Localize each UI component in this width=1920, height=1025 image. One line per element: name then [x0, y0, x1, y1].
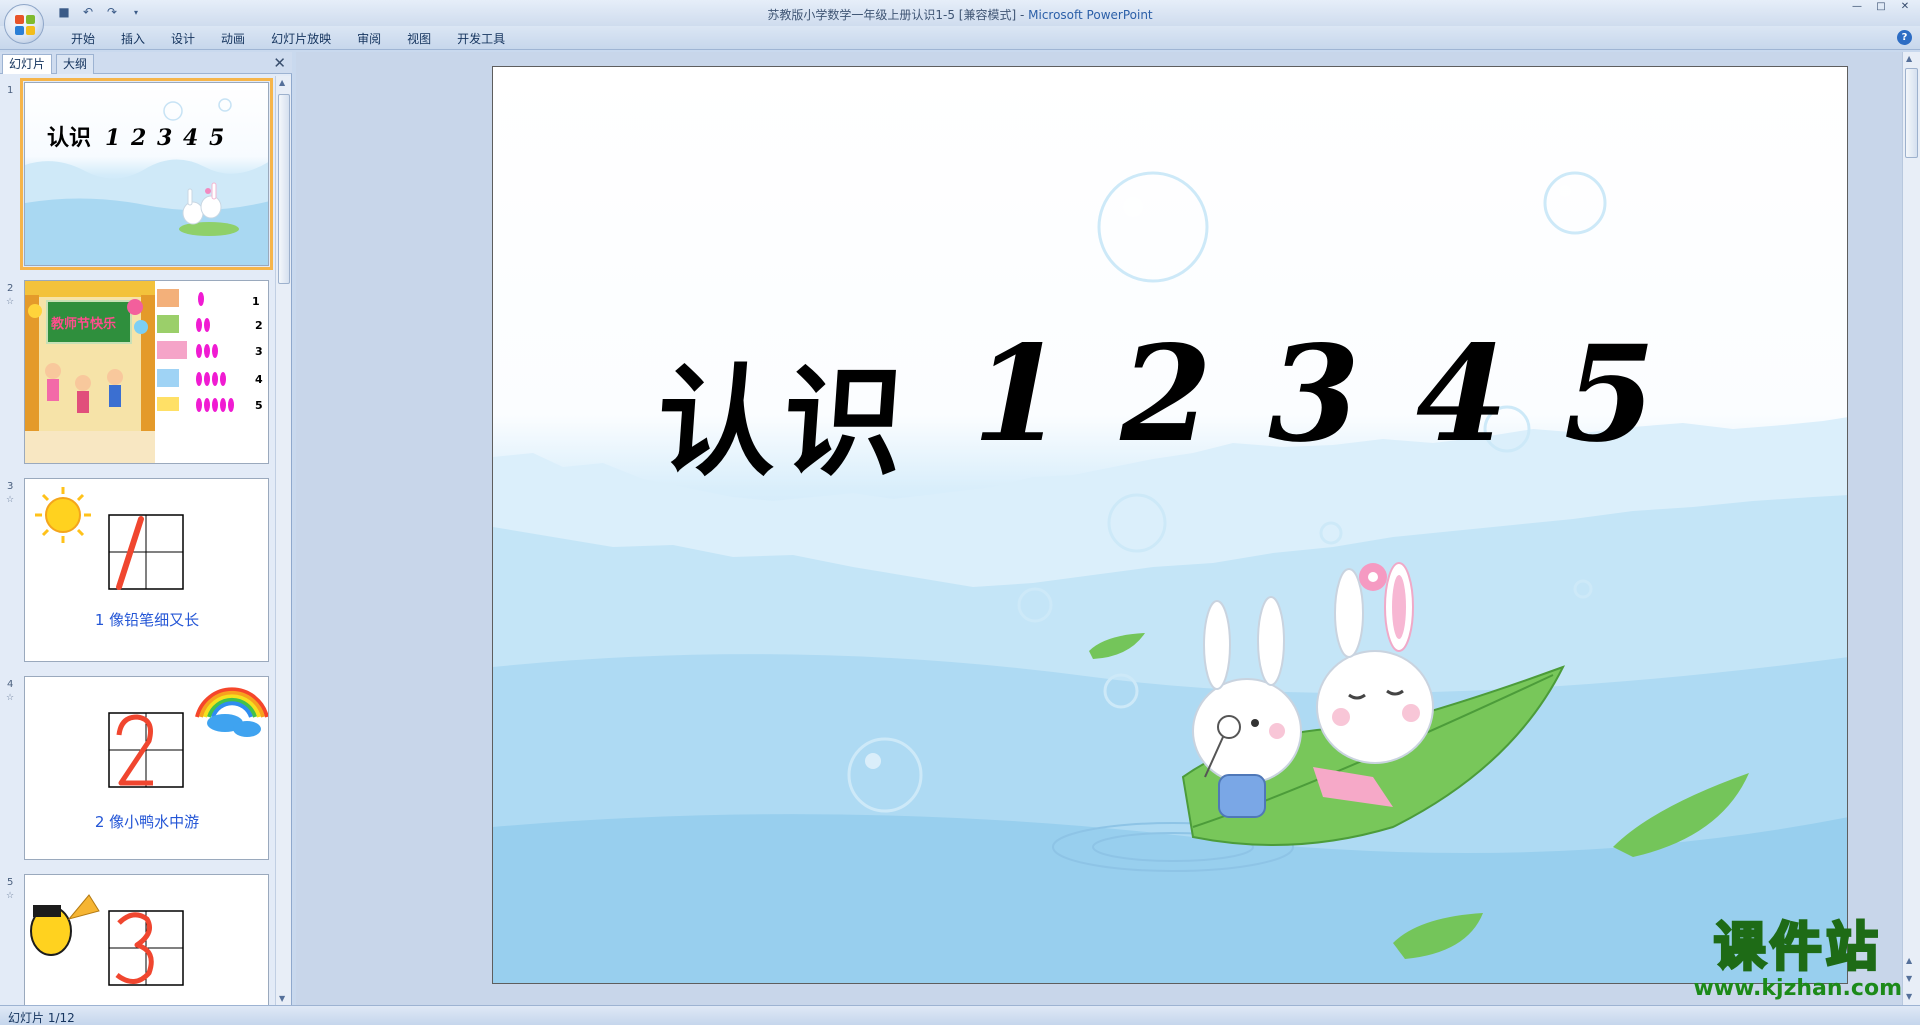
slide-counter: 幻灯片 1/12	[8, 1011, 75, 1025]
close-icon[interactable]: ✕	[1896, 2, 1914, 12]
maximize-icon[interactable]: □	[1872, 2, 1890, 12]
thumb-digit-4: 4	[183, 125, 198, 151]
watermark-brand: 课件站	[1712, 918, 1882, 979]
scroll-thumb[interactable]	[278, 94, 290, 284]
minimize-icon[interactable]: —	[1848, 2, 1866, 12]
scroll-thumb[interactable]	[1905, 68, 1918, 158]
current-slide[interactable]: 认识 1 2 3 4 5	[492, 66, 1848, 984]
slide-digit-4: 4	[1415, 317, 1508, 472]
thumb-digit-1: 1	[105, 125, 120, 151]
thumb-caption: 2 像小鸭水中游	[95, 813, 199, 831]
slide-scrollbar[interactable]: ▲ ▲ ▼ ▼	[1902, 52, 1920, 1005]
slide-thumb-image[interactable]: 认识 1 2 3 4 5	[20, 78, 273, 270]
slide-digit-1: 1	[972, 317, 1065, 472]
window-controls: — □ ✕	[1848, 2, 1914, 12]
window-title: 苏教版小学数学一年级上册认识1-5 [兼容模式] - Microsoft Pow…	[0, 6, 1920, 23]
ribbon-tabs: 开始 插入 设计 动画 幻灯片放映 审阅 视图 开发工具	[58, 30, 518, 48]
scroll-down-arrow-icon[interactable]: ▼	[279, 994, 285, 1003]
slide-thumb-image[interactable]: 2 像小鸭水中游	[24, 676, 269, 860]
watermark-url: www.kjzhan.com	[1693, 976, 1902, 1001]
scroll-down-arrow-icon[interactable]: ▼	[1906, 992, 1912, 1001]
slide-editing-area: 认识 1 2 3 4 5	[296, 52, 1902, 1005]
slide-background-art	[493, 171, 1847, 983]
document-title: 苏教版小学数学一年级上册认识1-5 [兼容模式] -	[767, 8, 1029, 22]
tab-review[interactable]: 审阅	[344, 30, 394, 48]
tab-insert[interactable]: 插入	[108, 30, 158, 48]
slide-digit-5: 5	[1563, 317, 1656, 472]
status-bar: 幻灯片 1/12	[0, 1005, 1920, 1025]
thumb-title: 认识	[47, 125, 91, 151]
slide-title[interactable]: 认识 1 2 3 4 5	[493, 317, 1847, 499]
animation-star-icon: ☆	[6, 495, 15, 505]
scroll-up-arrow-icon[interactable]: ▲	[1906, 54, 1912, 63]
pane-tabs: 幻灯片 大纲 ✕	[0, 52, 292, 74]
slide-thumb-image[interactable]	[24, 874, 269, 1005]
slide-number: 2	[7, 283, 14, 294]
scroll-up-arrow-icon[interactable]: ▲	[279, 78, 285, 87]
app-name: Microsoft PowerPoint	[1028, 8, 1153, 22]
tab-design[interactable]: 设计	[158, 30, 208, 48]
slide-title-chinese: 认识	[652, 352, 915, 493]
tab-outline[interactable]: 大纲	[56, 54, 95, 74]
slide-number: 4	[7, 679, 14, 690]
help-icon[interactable]: ?	[1897, 30, 1912, 45]
slide-3-preview: 1 像铅笔细又长	[25, 479, 268, 661]
thumb-banner: 教师节快乐	[50, 316, 116, 332]
office-logo-icon	[15, 15, 35, 35]
slide-thumb-image[interactable]: 教师节快乐 1 2 3 4 5	[24, 280, 269, 464]
animation-star-icon: ☆	[6, 891, 15, 901]
animation-star-icon: ☆	[6, 693, 15, 703]
thumb-digit-3: 3	[157, 125, 172, 151]
slide-2-preview: 教师节快乐 1 2 3 4 5	[25, 281, 268, 463]
tab-animations[interactable]: 动画	[208, 30, 258, 48]
previous-slide-icon[interactable]: ▲	[1906, 956, 1912, 965]
thumb-count-1: 1	[252, 295, 260, 308]
office-button[interactable]	[4, 4, 44, 44]
thumb-count-3: 3	[255, 345, 263, 358]
thumb-caption: 1 像铅笔细又长	[95, 611, 199, 629]
slide-digit-2: 2	[1120, 317, 1213, 472]
thumb-count-5: 5	[255, 399, 263, 412]
watermark-logo: 课件站 www.kjzhan.com	[1693, 918, 1902, 1001]
slide-number: 5	[7, 877, 14, 888]
thumb-digit-5: 5	[209, 125, 224, 151]
slide-5-preview	[25, 875, 268, 1005]
next-slide-icon[interactable]: ▼	[1906, 974, 1912, 983]
tab-slides[interactable]: 幻灯片	[2, 54, 53, 74]
slide-1-preview: 认识 1 2 3 4 5	[25, 83, 268, 265]
slide-thumb-image[interactable]: 1 像铅笔细又长	[24, 478, 269, 662]
slide-digit-3: 3	[1268, 317, 1360, 472]
slide-number: 3	[7, 481, 14, 492]
slides-pane-scrollbar[interactable]: ▲ ▼	[275, 76, 291, 1005]
tab-view[interactable]: 视图	[394, 30, 444, 48]
title-bar: ■ ↶ ↷ ▾ 苏教版小学数学一年级上册认识1-5 [兼容模式] - Micro…	[0, 0, 1920, 26]
slide-thumbnails: 1 认识 1 2 3 4 5 2 ☆ 教师节快乐 1 2 3 4 5 3 ☆ 1…	[0, 76, 276, 1005]
close-pane-icon[interactable]: ✕	[273, 54, 286, 72]
slide-4-preview: 2 像小鸭水中游	[25, 677, 268, 859]
slides-pane: 幻灯片 大纲 ✕ 1 认识 1 2 3 4 5 2 ☆ 教师节快乐 1 2 3 …	[0, 52, 292, 1005]
animation-star-icon: ☆	[6, 297, 15, 307]
thumb-digit-2: 2	[130, 125, 146, 151]
tab-home[interactable]: 开始	[58, 30, 108, 48]
slide-number: 1	[7, 85, 14, 96]
tab-developer[interactable]: 开发工具	[444, 30, 518, 48]
tab-slideshow[interactable]: 幻灯片放映	[258, 30, 344, 48]
thumb-count-2: 2	[255, 319, 263, 332]
ribbon: 开始 插入 设计 动画 幻灯片放映 审阅 视图 开发工具 ?	[0, 26, 1920, 50]
thumb-count-4: 4	[255, 373, 263, 386]
